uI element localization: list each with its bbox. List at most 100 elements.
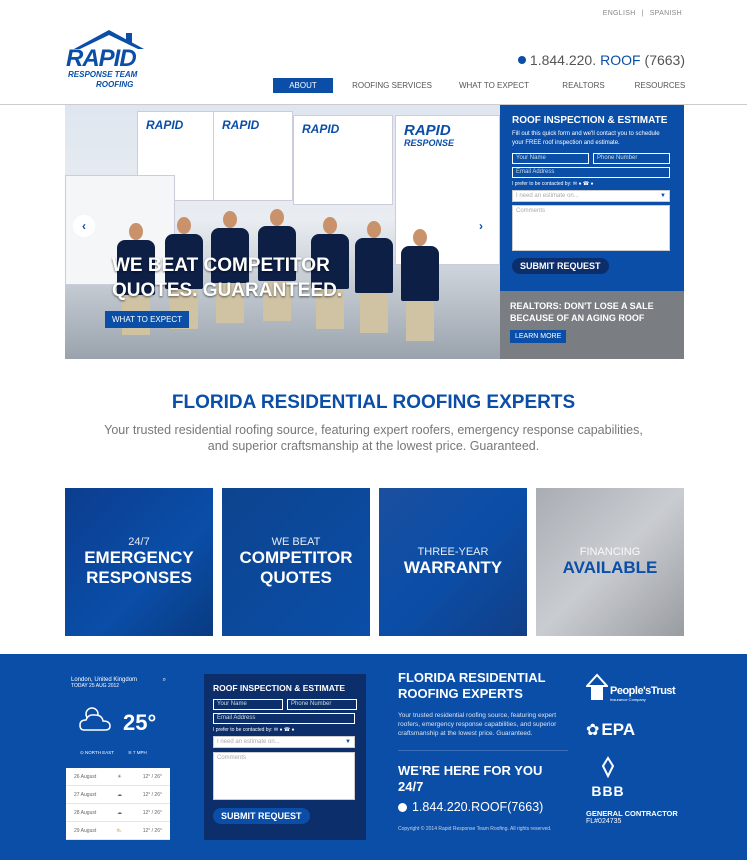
email-radio[interactable]: ✉ ● (274, 727, 283, 733)
weather-today: London, United Kingdom TODAY 25 AUG 2012… (66, 674, 170, 768)
tile-financing[interactable]: FINANCING AVAILABLE (536, 488, 684, 636)
hero-headline-line1: WE BEAT COMPETITOR (112, 255, 330, 276)
slider-next-button[interactable]: › (470, 215, 492, 237)
tile-emergency[interactable]: 24/7 EMERGENCY RESPONSES (65, 488, 213, 636)
comments-textarea[interactable]: Comments (213, 752, 355, 800)
weather-temp: 25° (123, 710, 157, 735)
phone-word: ROOF (600, 52, 641, 68)
footer-desc: Your trusted residential roofing source,… (398, 712, 557, 737)
lang-separator: | (641, 10, 644, 17)
slider-prev-button[interactable]: ‹ (73, 215, 95, 237)
divider (398, 750, 568, 751)
submit-request-button[interactable]: SUBMIT REQUEST (213, 808, 310, 824)
team-member (355, 221, 393, 349)
tile-small-label: THREE-YEAR (417, 546, 489, 558)
footer-phone[interactable]: 1.844.220.ROOF(7663) (398, 800, 568, 814)
tile-big-label: WARRANTY (403, 558, 503, 577)
tile-small-label: FINANCING (579, 546, 641, 558)
logo-rapid: RAPID (66, 45, 137, 72)
learn-more-button[interactable]: LEARN MORE (510, 330, 567, 343)
partner-logos: People'sTrust Insurance Company ✿ EPA BBB … (586, 672, 696, 825)
forecast-row: 29 August ⛅ 12° / 26° (66, 822, 170, 840)
nav-what-to-expect[interactable]: WHAT TO EXPECT (451, 78, 537, 93)
header-phone[interactable]: 1.844.220. ROOF (7663) (517, 52, 685, 68)
page-subtitle: Your trusted residential roofing source,… (104, 423, 643, 453)
weather-wind: ⊙ NORTH EAST ≋ 7 MPH (80, 750, 147, 756)
truck-image: RAPID (293, 115, 393, 205)
inspection-form: ROOF INSPECTION & ESTIMATE Fill out this… (500, 105, 684, 291)
logo-roofing: ROOFING (96, 80, 134, 89)
hero-headline-line2: QUOTES. GUARANTEED. (112, 280, 343, 301)
phone-prefix: 1.844.220. (529, 52, 597, 68)
forecast-row: 27 August ☁ 12° / 26° (66, 786, 170, 804)
search-icon[interactable]: ⌕ (163, 677, 166, 684)
footer-title: FLORIDA RESIDENTIAL ROOFING EXPERTS (398, 670, 546, 701)
cloud-icon: ☁ (116, 809, 122, 816)
weather-widget: London, United Kingdom TODAY 25 AUG 2012… (66, 674, 170, 840)
english-link[interactable]: ENGLISH (603, 10, 636, 17)
tile-small-label: WE BEAT (271, 536, 321, 548)
tile-warranty[interactable]: THREE-YEAR WARRANTY (379, 488, 527, 636)
nav-about[interactable]: ABOUT (273, 78, 333, 93)
hero-headline: WE BEAT COMPETITOR QUOTES. GUARANTEED. (112, 253, 342, 303)
realtors-callout: REALTORS: DON'T LOSE A SALE BECAUSE OF A… (500, 291, 684, 359)
footer-here: WE'RE HERE FOR YOU 24/7 (398, 763, 543, 794)
what-to-expect-button[interactable]: WHAT TO EXPECT (105, 311, 190, 328)
peoples-trust-icon (586, 673, 608, 700)
license-number: FL#024735 (586, 818, 622, 825)
tile-competitor[interactable]: WE BEAT COMPETITOR QUOTES (222, 488, 370, 636)
tile-big-label: RESPONSES (86, 568, 192, 587)
phone-radio[interactable]: ☎ ● (583, 181, 594, 187)
email-input[interactable]: Email Address (512, 167, 670, 178)
phone-icon (398, 802, 407, 812)
name-input[interactable]: Your Name (213, 699, 283, 710)
weather-date: TODAY 25 AUG 2012 (71, 683, 120, 689)
bbb-torch-icon (601, 756, 615, 779)
phone-radio[interactable]: ☎ ● (284, 727, 295, 733)
peoples-trust-logo: People'sTrust Insurance Company (586, 672, 696, 702)
hero-slider: RAPID RAPID RAPID RAPID RESPONSE ‹ › WE B… (65, 105, 500, 359)
phone-suffix: (7663) (644, 52, 685, 68)
bbb-logo: BBB (586, 756, 630, 799)
phone-icon (517, 56, 526, 64)
name-input[interactable]: Your Name (512, 153, 589, 164)
submit-request-button[interactable]: SUBMIT REQUEST (512, 258, 609, 274)
tile-big-label: COMPETITOR (239, 548, 353, 567)
nav-realtors[interactable]: REALTORS (537, 78, 630, 93)
chevron-down-icon: ▼ (660, 193, 666, 199)
nav-roofing-services[interactable]: ROOFING SERVICES (333, 78, 451, 93)
contact-preference-label: I prefer to be contacted by: ✉ ● ☎ ● (213, 727, 295, 733)
email-input[interactable]: Email Address (213, 713, 355, 724)
team-member (401, 229, 439, 349)
chevron-down-icon: ▼ (345, 739, 351, 745)
tile-big-label: EMERGENCY (84, 548, 194, 567)
form-title: ROOF INSPECTION & ESTIMATE (213, 683, 346, 693)
forecast-row: 26 August ☀ 12° / 26° (66, 768, 170, 786)
form-title: ROOF INSPECTION & ESTIMATE (512, 115, 668, 126)
form-intro: Fill out this quick form and we'll conta… (512, 131, 660, 146)
language-switcher: ENGLISH | SPANISH (600, 10, 685, 17)
main-nav: ABOUT ROOFING SERVICES WHAT TO EXPECT RE… (273, 78, 690, 93)
estimate-select[interactable]: I need an estimate on... ▼ (213, 736, 355, 748)
wind-icon: ≋ 7 MPH (127, 750, 147, 755)
email-radio[interactable]: ✉ ● (573, 181, 582, 187)
comments-textarea[interactable]: Comments (512, 205, 670, 251)
spanish-link[interactable]: SPANISH (650, 10, 682, 17)
estimate-select[interactable]: I need an estimate on... ▼ (512, 190, 670, 202)
contact-preference-label: I prefer to be contacted by: ✉ ● ☎ ● (512, 181, 594, 187)
tile-big-label: AVAILABLE (562, 558, 658, 577)
phone-input[interactable]: Phone Number (287, 699, 357, 710)
footer-inspection-form: ROOF INSPECTION & ESTIMATE Your Name Pho… (204, 674, 366, 840)
copyright: Copyright © 2014 Rapid Response Team Roo… (398, 826, 552, 832)
cloud-icon: ☁ (116, 791, 122, 798)
cloud-sun-icon (79, 707, 111, 731)
nav-resources[interactable]: RESOURCES (630, 78, 690, 93)
page-title: FLORIDA RESIDENTIAL ROOFING EXPERTS (171, 392, 576, 413)
forecast-row: 28 August ☁ 12° / 26° (66, 804, 170, 822)
logo[interactable]: RAPID RESPONSE TEAM ROOFING (66, 28, 151, 92)
sun-icon: ☀ (117, 773, 122, 780)
phone-input[interactable]: Phone Number (593, 153, 670, 164)
epa-flower-icon: ✿ (586, 722, 600, 739)
general-contractor-label: GENERAL CONTRACTOR (586, 809, 678, 818)
cloud-sun-icon: ⛅ (116, 827, 123, 834)
